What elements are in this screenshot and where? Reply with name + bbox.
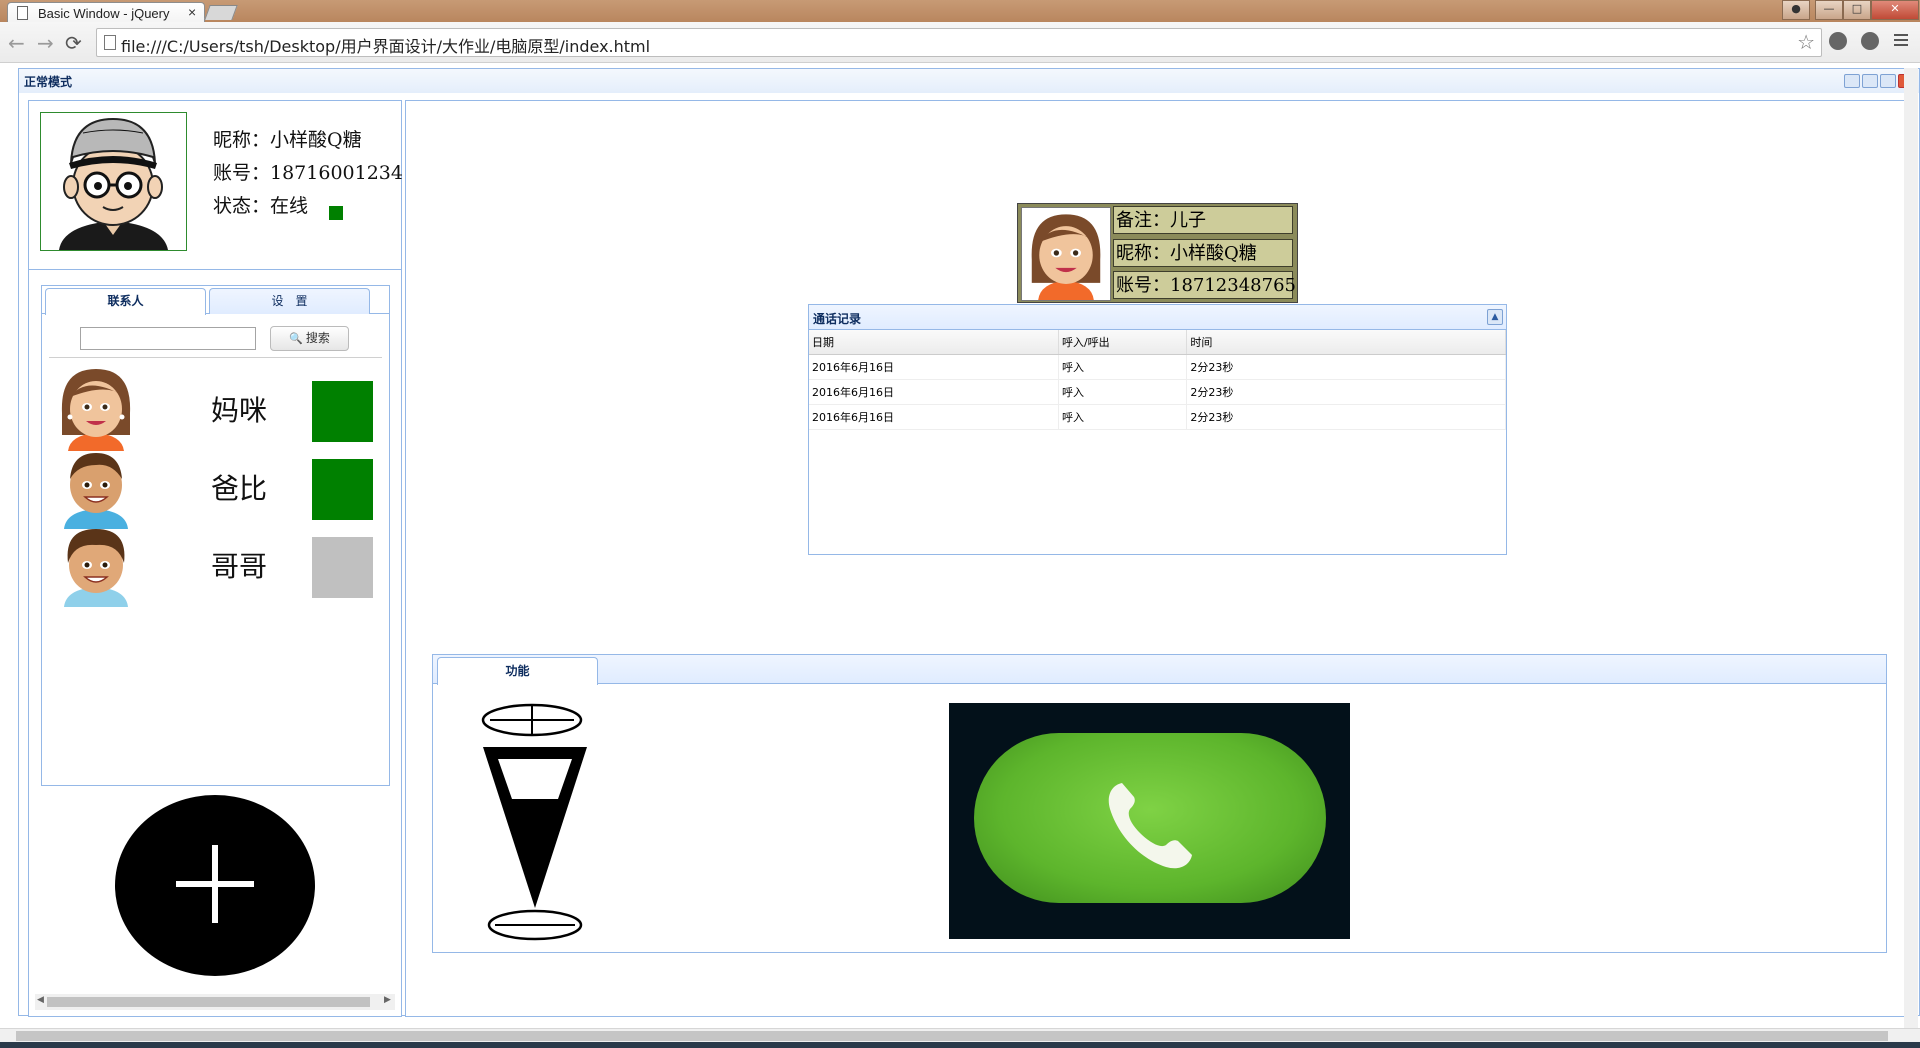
cell-direction: 呼入 <box>1058 404 1188 430</box>
profile-section: 昵称：小样酸Q糖 账号：18716001234 状态：在线 <box>29 101 403 270</box>
os-taskbar <box>0 1042 1920 1048</box>
call-log-table: 日期 呼入/呼出 时间 2016年6月16日 呼入 2分23秒 2016年6月1… <box>809 330 1506 430</box>
search-input[interactable] <box>80 327 256 350</box>
tab-contacts[interactable]: 联系人 <box>45 288 206 315</box>
cell-date: 2016年6月16日 <box>809 404 1059 430</box>
tab-settings[interactable]: 设 置 <box>209 288 370 314</box>
card-remark: 备注：儿子 <box>1113 206 1293 234</box>
profile-account: 账号：18716001234 <box>213 162 403 184</box>
extension-eye-icon[interactable] <box>1829 32 1847 50</box>
back-icon[interactable]: ← <box>8 31 25 55</box>
cell-date: 2016年6月16日 <box>809 379 1059 405</box>
collapse-icon[interactable] <box>1844 74 1860 88</box>
tab-title: Basic Window - jQuery <box>38 6 170 21</box>
online-status-indicator <box>329 206 343 220</box>
cartoon-boy-avatar-icon <box>41 113 186 250</box>
center-panel: 备注：儿子 昵称：小样酸Q糖 账号：18712348765 通话记录 ▲ 日期 … <box>405 100 1907 1017</box>
page-icon <box>17 6 28 20</box>
volume-icon <box>481 703 587 941</box>
contact-status-indicator <box>312 459 373 520</box>
page-horizontal-scrollbar[interactable] <box>0 1028 1920 1043</box>
cell-date: 2016年6月16日 <box>809 354 1059 380</box>
user-button[interactable]: ● <box>1782 0 1810 20</box>
scroll-thumb[interactable] <box>47 997 370 1007</box>
call-log-panel: 通话记录 ▲ 日期 呼入/呼出 时间 2016年6月16日 呼入 2分23秒 2… <box>808 304 1507 555</box>
function-tabs-strip: 功能 <box>433 655 1886 685</box>
horizontal-scrollbar[interactable]: ◀ ▶ <box>35 994 395 1010</box>
tabs-strip: 联系人 设 置 <box>42 286 389 315</box>
scroll-left-icon[interactable]: ◀ <box>37 995 44 1005</box>
minimize-button[interactable]: — <box>1815 0 1843 20</box>
url-text[interactable]: file:///C:/Users/tsh/Desktop/用户界面设计/大作业/… <box>121 33 650 57</box>
contact-name: 哥哥 <box>211 550 268 583</box>
contact-item-dad[interactable]: 爸比 <box>42 439 389 529</box>
maximize-icon[interactable] <box>1880 74 1896 88</box>
add-contact-button[interactable] <box>115 795 315 976</box>
cell-direction: 呼入 <box>1058 354 1188 380</box>
column-header-duration[interactable]: 时间 <box>1186 330 1506 355</box>
card-account: 账号：18712348765 <box>1113 271 1296 299</box>
boy-avatar-icon <box>64 529 128 607</box>
profile-status: 状态：在线 <box>213 195 309 217</box>
call-log-header: 通话记录 ▲ <box>809 305 1506 330</box>
cell-duration: 2分23秒 <box>1186 404 1506 430</box>
collapse-icon[interactable]: ▲ <box>1487 309 1503 325</box>
woman-avatar-icon <box>1023 208 1109 300</box>
phone-icon <box>1108 783 1192 869</box>
column-header-date[interactable]: 日期 <box>809 330 1059 355</box>
west-panel: 昵称：小样酸Q糖 账号：18716001234 状态：在线 联系人 设 置 🔍 搜… <box>28 100 403 1017</box>
address-bar[interactable]: file:///C:/Users/tsh/Desktop/用户界面设计/大作业/… <box>96 28 1822 57</box>
call-button-pill[interactable] <box>974 733 1326 903</box>
window-title: 正常模式 <box>24 75 73 89</box>
page-scroll-thumb[interactable] <box>16 1031 1888 1041</box>
profile-nickname: 昵称：小样酸Q糖 <box>213 129 362 151</box>
contact-item-brother[interactable]: 哥哥 <box>42 517 389 607</box>
contact-name: 妈咪 <box>211 394 268 427</box>
search-icon: 🔍 <box>289 332 303 345</box>
maximize-button[interactable]: □ <box>1843 0 1871 20</box>
browser-toolbar: ← → ⟳ file:///C:/Users/tsh/Desktop/用户界面设… <box>0 22 1920 63</box>
table-header-row: 日期 呼入/呼出 时间 <box>809 330 1506 355</box>
cell-duration: 2分23秒 <box>1186 354 1506 380</box>
contact-status-indicator <box>312 381 373 442</box>
cell-direction: 呼入 <box>1058 379 1188 405</box>
scroll-right-icon[interactable]: ▶ <box>384 995 391 1005</box>
cell-duration: 2分23秒 <box>1186 379 1506 405</box>
document-icon <box>104 35 116 50</box>
browser-menu-icon[interactable] <box>1894 34 1908 49</box>
call-log-title: 通话记录 <box>813 312 862 326</box>
contact-name: 爸比 <box>211 472 268 505</box>
table-row[interactable]: 2016年6月16日 呼入 2分23秒 <box>809 404 1506 430</box>
card-nickname: 昵称：小样酸Q糖 <box>1113 239 1293 267</box>
minimize-icon[interactable] <box>1862 74 1878 88</box>
call-button[interactable] <box>949 703 1350 939</box>
contact-item-mom[interactable]: 妈咪 <box>42 361 389 451</box>
tab-functions[interactable]: 功能 <box>437 657 598 685</box>
contact-card: 备注：儿子 昵称：小样酸Q糖 账号：18712348765 <box>1017 203 1298 303</box>
window-header: 正常模式 <box>18 68 1920 94</box>
avatar <box>40 112 187 251</box>
page-vertical-scrollbar[interactable] <box>1904 68 1918 1028</box>
extension-lock-icon[interactable] <box>1861 32 1879 50</box>
browser-titlebar: Basic Window - jQuery × ● — □ ✕ <box>0 0 1920 23</box>
tab-close-icon[interactable]: × <box>188 4 196 20</box>
search-button-label: 搜索 <box>305 331 330 345</box>
search-button[interactable]: 🔍 搜索 <box>270 326 349 351</box>
new-tab-button[interactable] <box>204 5 238 20</box>
contacts-tabs-panel: 联系人 设 置 🔍 搜索 妈咪 爸比 哥哥 <box>41 285 390 786</box>
contact-status-indicator <box>312 537 373 598</box>
divider <box>49 357 382 358</box>
reload-icon[interactable]: ⟳ <box>65 31 82 55</box>
function-panel: 功能 <box>432 654 1887 953</box>
contact-photo <box>1021 207 1111 301</box>
browser-tab[interactable]: Basic Window - jQuery × <box>7 2 205 23</box>
table-row[interactable]: 2016年6月16日 呼入 2分23秒 <box>809 379 1506 405</box>
forward-icon[interactable]: → <box>37 31 54 55</box>
close-window-button[interactable]: ✕ <box>1871 0 1919 20</box>
column-header-direction[interactable]: 呼入/呼出 <box>1058 330 1188 355</box>
bookmark-star-icon[interactable]: ☆ <box>1797 30 1815 54</box>
table-row[interactable]: 2016年6月16日 呼入 2分23秒 <box>809 354 1506 380</box>
